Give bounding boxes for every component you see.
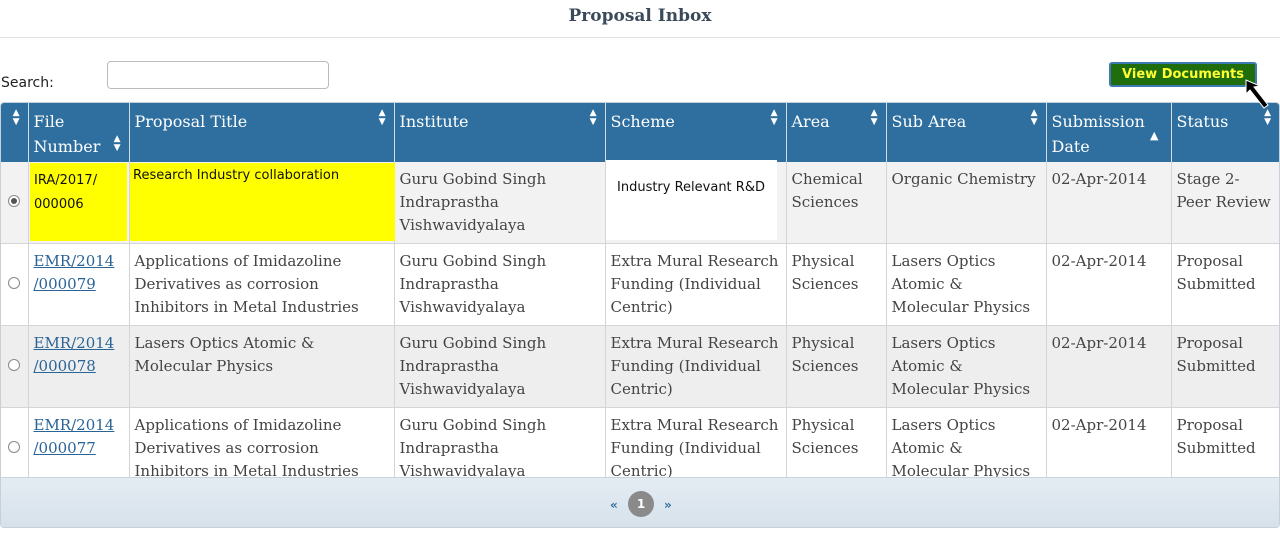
sort-ascending-icon: ▲ xyxy=(1150,129,1159,142)
file-number-cell: EMR/2014/000078 xyxy=(28,325,130,408)
row-select-cell[interactable] xyxy=(1,325,29,408)
radio-icon[interactable] xyxy=(8,359,21,371)
column-header-sub-area[interactable]: Sub Area ▲ ▼ xyxy=(886,103,1047,162)
pager-next-button[interactable]: » xyxy=(664,498,672,512)
file-number-line-2: /000077 xyxy=(33,439,96,457)
proposal-title-cell: Lasers Optics Atomic & Molecular Physics xyxy=(129,325,395,408)
proposal-grid: ▲ ▼ File Number ▲ ▼ Proposal Title ▲ ▼ Instit… xyxy=(0,102,1280,528)
file-number-line-2: /000079 xyxy=(33,275,96,293)
file-number-line-1: EMR/2014 xyxy=(33,334,115,352)
file-number-link[interactable]: EMR/2014/000078 xyxy=(34,334,115,375)
radio-icon[interactable] xyxy=(8,441,21,453)
column-header-label: Area xyxy=(791,112,830,131)
scheme-cell: Extra Mural Research Funding (Individual… xyxy=(605,325,787,408)
file-number-cell: EMR/2014/000079 xyxy=(28,243,130,326)
file-number-line-2: 000006 xyxy=(34,197,84,212)
column-header-label: Submission Date xyxy=(1051,112,1145,156)
sub-area-cell: Lasers Optics Atomic & Molecular Physics xyxy=(886,325,1047,408)
institute-cell: Guru Gobind Singh Indraprastha Vishwavid… xyxy=(394,162,606,244)
scheme-cell: Extra Mural Research Funding (Individual… xyxy=(605,243,787,326)
column-header-label: Status xyxy=(1176,112,1229,131)
submission-date-cell: 02-Apr-2014 xyxy=(1046,243,1172,326)
scheme-overlay: Industry Relevant R&D xyxy=(606,160,777,240)
sort-both-icon: ▲ ▼ xyxy=(1030,108,1038,127)
search-input[interactable] xyxy=(107,61,329,89)
submission-date-cell: 02-Apr-2014 xyxy=(1046,325,1172,408)
sort-both-icon: ▲ ▼ xyxy=(12,108,20,127)
institute-cell: Guru Gobind Singh Indraprastha Vishwavid… xyxy=(394,243,606,326)
area-cell: Physical Sciences xyxy=(786,243,887,326)
sort-both-icon: ▲ ▼ xyxy=(589,108,597,127)
column-header-submission-date[interactable]: Submission Date ▲ xyxy=(1046,103,1172,162)
column-header-label: Institute xyxy=(399,112,469,131)
column-header-institute[interactable]: Institute ▲ ▼ xyxy=(394,103,606,162)
column-header-label: Scheme xyxy=(610,112,675,131)
row-select-cell[interactable] xyxy=(1,243,29,326)
sort-both-icon: ▲ ▼ xyxy=(113,134,121,153)
sub-area-cell: Organic Chemistry xyxy=(886,162,1047,244)
status-cell: Stage 2- Peer Review xyxy=(1171,162,1279,244)
pager-page-1-button[interactable]: 1 xyxy=(628,491,654,517)
sort-both-icon: ▲ ▼ xyxy=(770,108,778,127)
search-label: Search: xyxy=(1,75,54,91)
view-documents-button[interactable]: View Documents xyxy=(1109,62,1257,87)
table-row[interactable]: EMR/2014/000079 Applications of Imidazol… xyxy=(1,243,1279,326)
status-cell: Proposal Submitted xyxy=(1171,243,1279,326)
file-number-line-2: /000078 xyxy=(33,357,96,375)
column-header-select[interactable]: ▲ ▼ xyxy=(1,103,29,162)
sub-area-cell: Lasers Optics Atomic & Molecular Physics xyxy=(886,243,1047,326)
area-cell: Physical Sciences xyxy=(786,325,887,408)
file-number-highlight: IRA/2017/000006 xyxy=(30,163,127,241)
area-cell: Chemical Sciences xyxy=(786,162,887,244)
table-header-row: ▲ ▼ File Number ▲ ▼ Proposal Title ▲ ▼ Instit… xyxy=(1,103,1279,162)
file-number-link[interactable]: EMR/2014/000077 xyxy=(34,416,115,457)
column-header-label: Proposal Title xyxy=(134,112,248,131)
pagination: « 1 » xyxy=(1,477,1279,527)
sort-both-icon: ▲ ▼ xyxy=(378,108,386,127)
mouse-cursor-icon xyxy=(1245,79,1269,109)
file-number-link[interactable]: EMR/2014/000079 xyxy=(34,252,115,293)
file-number-line-1: EMR/2014 xyxy=(33,416,115,434)
table-row[interactable]: EMR/2014/000078 Lasers Optics Atomic & M… xyxy=(1,325,1279,408)
row-select-cell[interactable] xyxy=(1,162,29,244)
submission-date-cell: 02-Apr-2014 xyxy=(1046,162,1172,244)
column-header-scheme[interactable]: Scheme ▲ ▼ xyxy=(605,103,787,162)
column-header-label: Sub Area xyxy=(891,112,967,131)
radio-icon[interactable] xyxy=(8,277,21,289)
column-header-label: File Number xyxy=(33,112,101,156)
institute-cell: Guru Gobind Singh Indraprastha Vishwavid… xyxy=(394,325,606,408)
column-header-file-number[interactable]: File Number ▲ ▼ xyxy=(28,103,130,162)
status-cell: Proposal Submitted xyxy=(1171,325,1279,408)
pager-prev-button[interactable]: « xyxy=(610,498,618,512)
file-number-line-1: EMR/2014 xyxy=(33,252,115,270)
title-divider xyxy=(0,37,1280,38)
file-number-line-1: IRA/2017/ xyxy=(34,173,98,188)
column-header-area[interactable]: Area ▲ ▼ xyxy=(786,103,887,162)
sort-both-icon: ▲ ▼ xyxy=(870,108,878,127)
proposal-title-highlight: Research Industry collaboration xyxy=(130,163,395,241)
radio-icon[interactable] xyxy=(8,195,21,207)
column-header-proposal-title[interactable]: Proposal Title ▲ ▼ xyxy=(129,103,395,162)
page-title: Proposal Inbox xyxy=(568,6,712,26)
proposal-title-cell: Applications of Imidazoline Derivatives … xyxy=(129,243,395,326)
